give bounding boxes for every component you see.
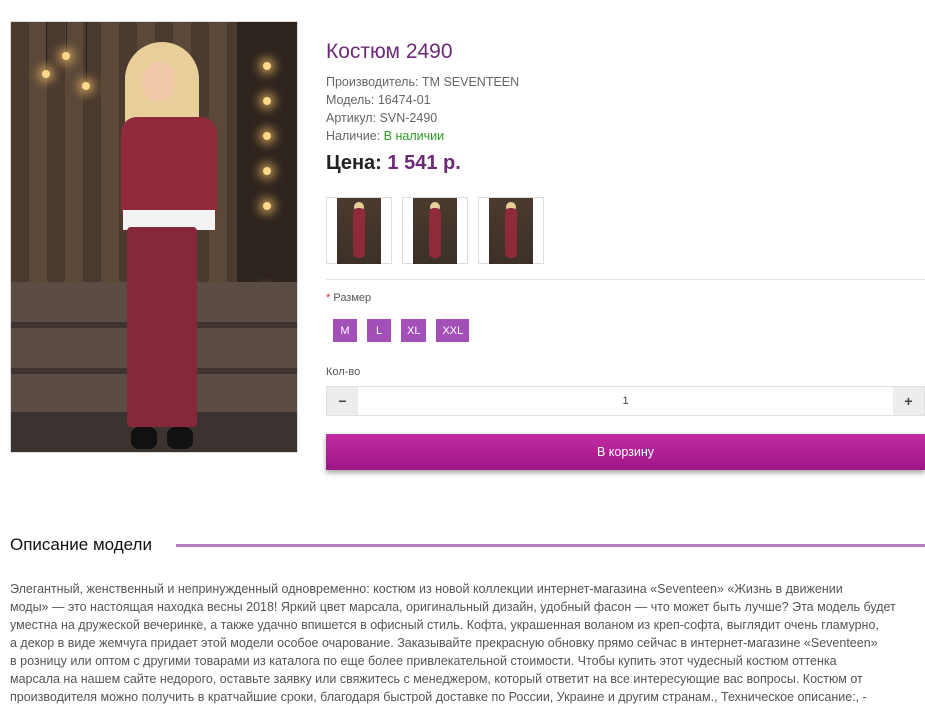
product-meta: Производитель: TM SEVENTEEN Модель: 1647… (326, 73, 519, 145)
photo-bulb (263, 167, 271, 175)
description-line: марсала на нашем сайте недорого, оставьт… (10, 672, 863, 686)
quantity-label: Кол-во (326, 366, 361, 378)
product-main-image[interactable] (10, 21, 298, 453)
description-line: уместна на дружеской вечеринке, а также … (10, 618, 879, 632)
size-option-m[interactable]: M (333, 319, 357, 342)
photo-model (111, 42, 221, 452)
photo-bulb (42, 70, 50, 78)
availability-status: В наличии (383, 129, 445, 143)
quantity-plus-button[interactable]: + (893, 387, 924, 415)
photo-bulb (82, 82, 90, 90)
size-label: * Размер (326, 292, 372, 304)
divider (326, 279, 925, 280)
model-line: Модель: 16474-01 (326, 93, 431, 107)
thumbnail-2[interactable] (402, 197, 468, 264)
size-options: M L XL XXL (333, 319, 470, 342)
description-line: в розницу или оптом с другими товарами и… (10, 654, 837, 668)
price: Цена: 1 541 р. (326, 152, 461, 175)
photo-bulb (263, 132, 271, 140)
size-option-xxl[interactable]: XXL (436, 319, 470, 342)
availability-label: Наличие: (326, 129, 384, 143)
quantity-input[interactable]: 1 (358, 387, 893, 415)
description-heading: Описание модели (10, 535, 152, 554)
size-option-xl[interactable]: XL (401, 319, 427, 342)
quantity-stepper: − 1 + (326, 386, 925, 416)
product-title: Костюм 2490 (326, 40, 453, 63)
thumbnail-3[interactable] (478, 197, 544, 264)
manufacturer-line: Производитель: TM SEVENTEEN (326, 75, 520, 89)
add-to-cart-button[interactable]: В корзину (326, 434, 925, 470)
photo-bulb (263, 97, 271, 105)
quantity-minus-button[interactable]: − (327, 387, 358, 415)
size-option-l[interactable]: L (367, 319, 391, 342)
photo-bulb (263, 62, 271, 70)
availability-line: Наличие: В наличии (326, 127, 519, 145)
description-line: а декор в виде жемчуга придает этой моде… (10, 636, 878, 650)
photo-bulb (62, 52, 70, 60)
thumbnail-gallery (326, 197, 544, 264)
price-label: Цена: (326, 152, 382, 174)
sku-line: Артикул: SVN-2490 (326, 111, 438, 125)
description-line: производителя можно получить в кратчайши… (10, 690, 867, 704)
required-mark: * (326, 292, 331, 304)
thumbnail-1[interactable] (326, 197, 392, 264)
price-value: 1 541 р. (387, 152, 461, 174)
description-text: Элегантный, женственный и непринужденный… (10, 580, 925, 708)
description-line: Элегантный, женственный и непринужденный… (10, 582, 843, 596)
description-heading-line (176, 544, 925, 547)
photo-bulb (263, 202, 271, 210)
description-line: моды» — это настоящая находка весны 2018… (10, 600, 896, 614)
